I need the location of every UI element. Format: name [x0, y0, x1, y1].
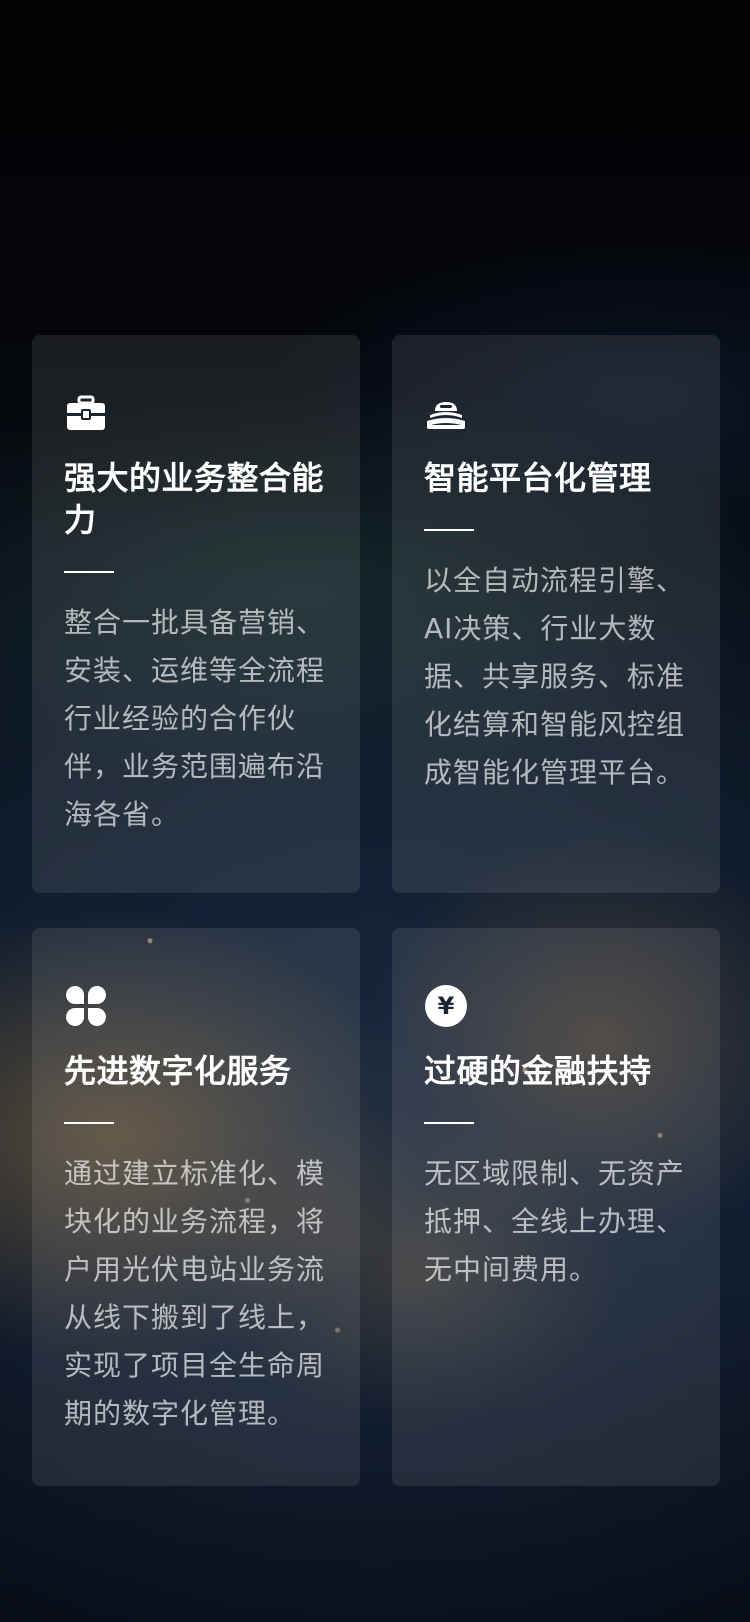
title-divider	[424, 1122, 474, 1124]
title-divider	[64, 571, 114, 573]
briefcase-icon	[67, 395, 105, 430]
card-title: 过硬的金融扶持	[424, 1052, 652, 1090]
card-title: 强大的业务整合能力	[64, 459, 325, 539]
card-title: 智能平台化管理	[424, 459, 652, 497]
yuan-coin-icon: ¥	[425, 985, 467, 1027]
feature-card-smart-platform: 智能平台化管理 以全自动流程引擎、AI决策、行业大数据、共享服务、标准化结算和智…	[392, 335, 720, 893]
title-divider	[64, 1122, 114, 1124]
card-title: 先进数字化服务	[64, 1052, 292, 1090]
card-description: 整合一批具备营销、安装、运维等全流程行业经验的合作伙伴，业务范围遍布沿海各省。	[64, 606, 326, 831]
yuan-symbol: ¥	[438, 992, 455, 1020]
feature-card-digital-service: 先进数字化服务 通过建立标准化、模块化的业务流程，将户用光伏电站业务流从线下搬到…	[32, 928, 360, 1486]
feature-card-financial-support: ¥ 过硬的金融扶持 无区域限制、无资产抵押、全线上办理、无中间费用。	[392, 928, 720, 1486]
card-description: 以全自动流程引擎、AI决策、行业大数据、共享服务、标准化结算和智能风控组成智能化…	[424, 564, 686, 789]
title-divider	[424, 529, 474, 531]
four-petal-icon	[66, 986, 106, 1026]
feature-card-business-integration: 强大的业务整合能力 整合一批具备营销、安装、运维等全流程行业经验的合作伙伴，业务…	[32, 335, 360, 893]
platform-stack-icon	[427, 402, 465, 429]
card-description: 无区域限制、无资产抵押、全线上办理、无中间费用。	[424, 1157, 686, 1286]
card-description: 通过建立标准化、模块化的业务流程，将户用光伏电站业务流从线下搬到了线上，实现了项…	[64, 1157, 326, 1430]
